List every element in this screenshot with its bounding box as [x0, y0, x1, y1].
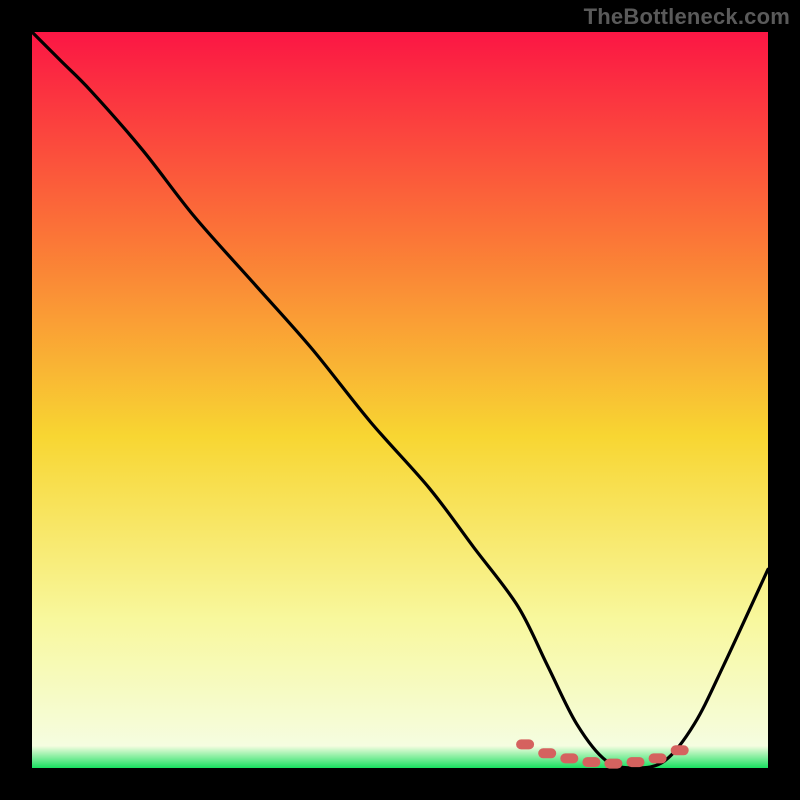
optimal-range-marker	[649, 753, 667, 763]
optimal-range-marker	[516, 739, 534, 749]
chart-frame: TheBottleneck.com	[0, 0, 800, 800]
optimal-range-marker	[627, 757, 645, 767]
gradient-panel	[32, 32, 768, 768]
optimal-range-marker	[538, 748, 556, 758]
watermark-text: TheBottleneck.com	[584, 4, 790, 30]
optimal-range-marker	[604, 759, 622, 769]
optimal-range-marker	[560, 753, 578, 763]
optimal-range-marker	[671, 745, 689, 755]
optimal-range-marker	[582, 757, 600, 767]
bottleneck-chart	[0, 0, 800, 800]
